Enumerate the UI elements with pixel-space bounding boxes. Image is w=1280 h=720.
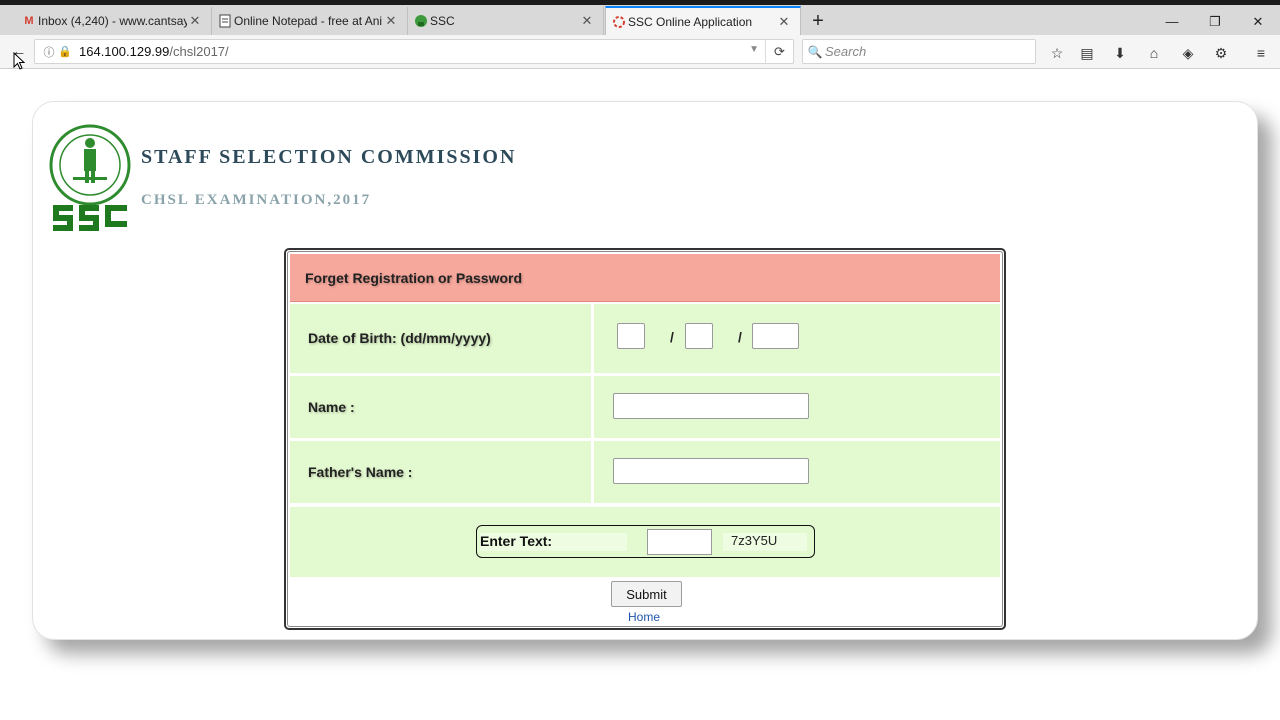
org-name: STAFF SELECTION COMMISSION bbox=[141, 146, 517, 168]
tab-ssc-online-application[interactable]: SSC Online Application ✕ bbox=[605, 6, 801, 36]
dob-day-input[interactable] bbox=[617, 323, 645, 349]
restore-icon[interactable]: ❐ bbox=[1201, 12, 1229, 32]
minimize-icon[interactable]: — bbox=[1158, 12, 1186, 32]
form-title: Forget Registration or Password bbox=[305, 270, 523, 286]
url-path: /chsl2017/ bbox=[169, 44, 229, 59]
new-tab-button[interactable]: + bbox=[806, 10, 830, 34]
forget-password-form: Forget Registration or Password Date of … bbox=[284, 248, 1006, 630]
dob-label-cell: Date of Birth: (dd/mm/yyyy) bbox=[290, 304, 594, 373]
name-label: Name : bbox=[308, 399, 355, 415]
pocket-icon[interactable]: ◈ bbox=[1177, 42, 1199, 64]
name-label-cell: Name : bbox=[290, 376, 594, 438]
tab-strip: M Inbox (4,240) - www.cantsay ✕ Online N… bbox=[0, 5, 1280, 36]
search-placeholder: Search bbox=[825, 44, 867, 59]
close-icon[interactable]: ✕ bbox=[383, 13, 399, 29]
loading-icon bbox=[612, 15, 626, 29]
tab-title: Online Notepad - free at Ani bbox=[234, 14, 383, 28]
dropdown-arrow-icon[interactable]: ▼ bbox=[749, 44, 759, 55]
tab-title: SSC Online Application bbox=[628, 15, 753, 29]
reading-list-icon[interactable]: ▤ bbox=[1076, 42, 1098, 64]
notepad-icon bbox=[218, 14, 232, 28]
dob-separator: / bbox=[738, 329, 742, 345]
tab-notepad[interactable]: Online Notepad - free at Ani ✕ bbox=[212, 7, 408, 35]
dob-row: Date of Birth: (dd/mm/yyyy) / / bbox=[290, 304, 1000, 373]
home-icon[interactable]: ⌂ bbox=[1143, 42, 1165, 64]
captcha-label: Enter Text: bbox=[480, 533, 627, 551]
captcha-box: Enter Text: 7z3Y5U bbox=[476, 525, 815, 558]
navigation-toolbar: ← ⓘ 🔒 164.100.129.99/chsl2017/ ▼ ⟳ 🔍 Sea… bbox=[0, 35, 1280, 69]
captcha-row: Enter Text: 7z3Y5U bbox=[290, 507, 1000, 577]
address-bar[interactable]: ⓘ 🔒 164.100.129.99/chsl2017/ ▼ ⟳ bbox=[34, 39, 794, 64]
name-input[interactable] bbox=[613, 393, 809, 419]
father-name-row: Father's Name : bbox=[290, 441, 1000, 503]
dob-year-input[interactable] bbox=[752, 323, 799, 349]
father-name-input[interactable] bbox=[613, 458, 809, 484]
close-icon[interactable]: ✕ bbox=[579, 13, 595, 29]
ssc-logo-icon bbox=[49, 124, 131, 231]
menu-icon[interactable]: ≡ bbox=[1250, 42, 1272, 64]
submit-button[interactable]: Submit bbox=[611, 581, 682, 607]
tab-title: Inbox (4,240) - www.cantsay bbox=[38, 14, 187, 28]
url-host: 164.100.129.99 bbox=[79, 44, 170, 59]
home-link[interactable]: Home bbox=[628, 610, 660, 624]
info-icon[interactable]: ⓘ bbox=[41, 44, 57, 60]
extension-icon[interactable]: ⚙ bbox=[1210, 42, 1232, 64]
exam-name: CHSL EXAMINATION,2017 bbox=[141, 192, 372, 208]
father-name-label-cell: Father's Name : bbox=[290, 441, 594, 503]
captcha-input[interactable] bbox=[647, 529, 712, 555]
search-icon: 🔍 bbox=[807, 44, 823, 59]
form-header: Forget Registration or Password bbox=[290, 254, 1000, 302]
dob-input-cell: / / bbox=[597, 304, 1000, 373]
ssc-icon bbox=[414, 14, 428, 28]
dob-separator: / bbox=[670, 329, 674, 345]
mouse-cursor-icon bbox=[13, 51, 26, 75]
dob-label: Date of Birth: (dd/mm/yyyy) bbox=[308, 330, 491, 346]
tab-title: SSC bbox=[430, 14, 455, 28]
close-icon[interactable]: ✕ bbox=[776, 14, 792, 30]
download-icon[interactable]: ⬇ bbox=[1109, 42, 1131, 64]
gmail-icon: M bbox=[24, 15, 34, 27]
bookmark-star-icon[interactable]: ☆ bbox=[1046, 42, 1068, 64]
captcha-code: 7z3Y5U bbox=[723, 533, 807, 551]
search-input[interactable]: 🔍 Search bbox=[802, 39, 1036, 64]
father-name-label: Father's Name : bbox=[308, 464, 413, 480]
tab-gmail[interactable]: M Inbox (4,240) - www.cantsay ✕ bbox=[16, 7, 212, 35]
tab-ssc[interactable]: SSC ✕ bbox=[408, 7, 604, 35]
insecure-lock-icon[interactable]: 🔒 bbox=[57, 45, 73, 58]
name-row: Name : bbox=[290, 376, 1000, 438]
close-icon[interactable]: ✕ bbox=[187, 13, 203, 29]
name-input-cell bbox=[597, 376, 1000, 438]
reload-icon[interactable]: ⟳ bbox=[765, 40, 793, 63]
father-name-input-cell bbox=[597, 441, 1000, 503]
window-close-icon[interactable]: ✕ bbox=[1244, 12, 1272, 32]
dob-month-input[interactable] bbox=[685, 323, 713, 349]
